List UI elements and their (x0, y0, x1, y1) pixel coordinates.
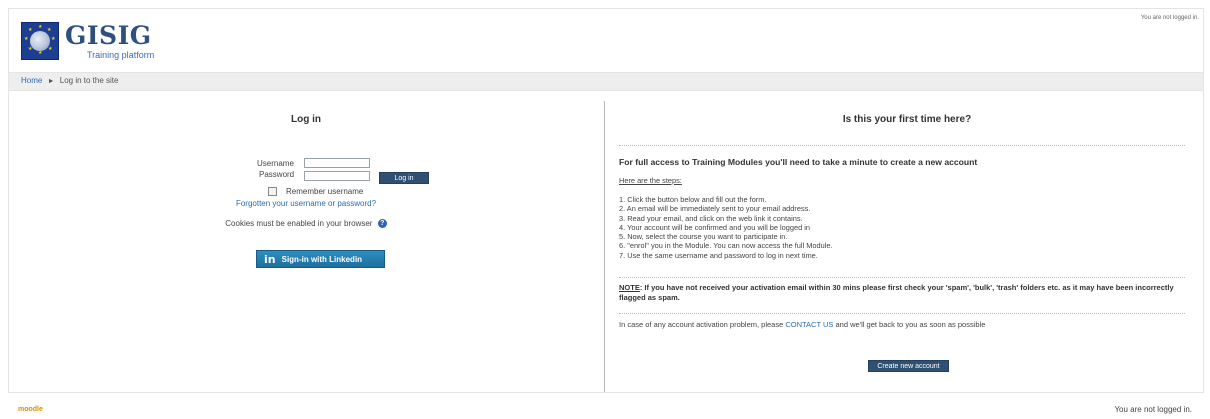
contact-text: In case of any account activation proble… (619, 320, 986, 329)
step-item: 1. Click the button below and fill out t… (619, 195, 767, 204)
signup-heading: For full access to Training Modules you'… (619, 157, 978, 167)
login-button[interactable]: Log in (379, 172, 429, 184)
breadcrumb: Home ► Log in to the site (21, 76, 118, 85)
cookies-notice: Cookies must be enabled in your browser … (9, 219, 603, 229)
help-icon[interactable]: ? (377, 219, 387, 229)
navbar: Home ► Log in to the site (9, 72, 1203, 91)
column-divider (604, 101, 605, 392)
signup-panel: Is this your first time here? For full a… (611, 91, 1203, 392)
username-input[interactable] (304, 158, 370, 168)
moodle-logo[interactable]: moodle (18, 406, 43, 413)
steps-list: 1. Click the button below and fill out t… (619, 195, 833, 260)
divider-line (619, 277, 1185, 278)
step-item: 2. An email will be immediately sent to … (619, 204, 811, 214)
eu-globe-emblem-icon: ★ ★ ★ ★ ★ ★ ★ ★ (21, 22, 59, 60)
logo-title: GISIG (65, 20, 152, 50)
note-label: NOTE (619, 283, 640, 292)
header: ★ ★ ★ ★ ★ ★ ★ ★ GISIG Training platform … (9, 9, 1203, 72)
breadcrumb-current: Log in to the site (59, 76, 119, 85)
step-item: 7. Use the same username and password to… (619, 250, 818, 260)
remember-username-checkbox[interactable] (268, 187, 277, 196)
step-item: 3. Read your email, and click on the web… (619, 213, 803, 223)
password-input[interactable] (304, 171, 370, 181)
login-info: You are not logged in. (1140, 15, 1199, 21)
logo-subtitle: Training platform (87, 49, 155, 60)
spam-note: NOTE: If you have not received your acti… (619, 283, 1184, 303)
password-label: Password (259, 170, 295, 179)
page-frame: ★ ★ ★ ★ ★ ★ ★ ★ GISIG Training platform … (8, 8, 1204, 393)
divider-line (619, 313, 1185, 314)
forgot-password-link[interactable]: Forgotten your username or password? (236, 199, 376, 208)
divider-line (619, 145, 1185, 146)
login-title: Log in (291, 114, 321, 125)
breadcrumb-separator-icon: ► (47, 78, 55, 85)
cookies-text: Cookies must be enabled in your browser (225, 219, 373, 228)
linkedin-signin-label: Sign-in with Linkedin (281, 254, 363, 264)
username-label: Username (257, 159, 294, 168)
remember-username-label: Remember username (286, 187, 364, 196)
footer-login-info: You are not logged in. (1114, 405, 1192, 414)
create-account-button[interactable]: Create new account (868, 360, 949, 372)
site-logo[interactable]: ★ ★ ★ ★ ★ ★ ★ ★ GISIG Training platform (21, 19, 154, 63)
breadcrumb-home-link[interactable]: Home (21, 76, 42, 85)
step-item: 5. Now, select the course you want to pa… (619, 232, 788, 242)
linkedin-signin-button[interactable]: in Sign-in with Linkedin (256, 250, 385, 268)
step-item: 4. Your account will be confirmed and yo… (619, 222, 811, 232)
contact-us-link[interactable]: CONTACT US (785, 320, 833, 329)
remember-username: Remember username (268, 187, 363, 196)
login-panel: Log in Username Password Log in Remember… (9, 91, 603, 392)
step-item: 6. "enrol" you in the Module. You can no… (619, 241, 833, 251)
steps-heading: Here are the steps: (619, 176, 682, 185)
signup-title: Is this your first time here? (842, 114, 972, 125)
linkedin-icon: in (264, 252, 276, 266)
note-text: : If you have not received your activati… (619, 283, 1174, 302)
